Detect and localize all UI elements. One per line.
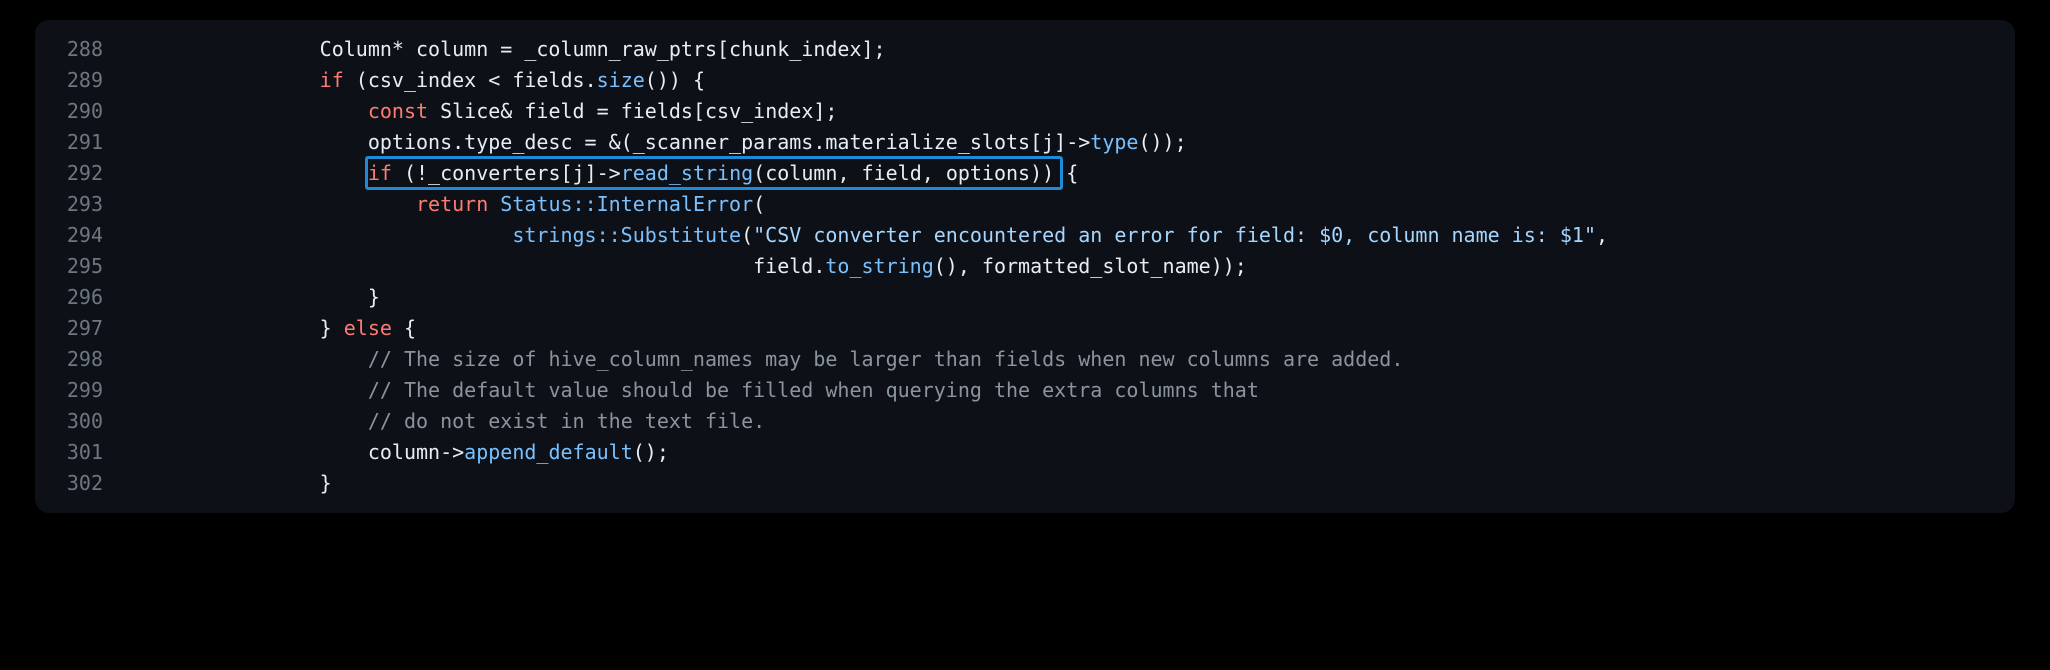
code-token: // The default value should be filled wh… xyxy=(368,378,1259,402)
line-number: 292 xyxy=(35,158,127,189)
code-token: // The size of hive_column_names may be … xyxy=(368,347,1404,371)
line-content[interactable]: // do not exist in the text file. xyxy=(127,406,2015,437)
code-token: append_default xyxy=(464,440,633,464)
line-number: 302 xyxy=(35,468,127,499)
code-token: ()); xyxy=(1138,130,1186,154)
line-number: 295 xyxy=(35,251,127,282)
code-token: options.type_desc = &(_scanner_params.ma… xyxy=(127,130,1090,154)
code-token: ()) { xyxy=(645,68,705,92)
line-number: 300 xyxy=(35,406,127,437)
code-line[interactable]: 295 field.to_string(), formatted_slot_na… xyxy=(35,251,2015,282)
code-token xyxy=(127,192,416,216)
code-line[interactable]: 292 if (!_converters[j]->read_string(col… xyxy=(35,158,2015,189)
code-token: } xyxy=(127,285,380,309)
line-content[interactable]: const Slice& field = fields[csv_index]; xyxy=(127,96,2015,127)
code-token xyxy=(127,99,368,123)
code-token: (!_converters[j]-> xyxy=(392,161,621,185)
line-content[interactable]: if (csv_index < fields.size()) { xyxy=(127,65,2015,96)
line-content[interactable]: } else { xyxy=(127,313,2015,344)
code-token: "CSV converter encountered an error for … xyxy=(753,223,1596,247)
line-number: 291 xyxy=(35,127,127,158)
line-number: 289 xyxy=(35,65,127,96)
line-number: 301 xyxy=(35,437,127,468)
code-token: read_string xyxy=(621,161,753,185)
code-token: } xyxy=(127,316,344,340)
line-content[interactable]: strings::Substitute("CSV converter encou… xyxy=(127,220,2015,251)
code-token: (column, field, options)) { xyxy=(753,161,1078,185)
code-token: if xyxy=(368,161,392,185)
code-token xyxy=(127,409,368,433)
code-token: if xyxy=(320,68,344,92)
code-token xyxy=(127,68,320,92)
code-token: { xyxy=(392,316,416,340)
line-content[interactable]: field.to_string(), formatted_slot_name))… xyxy=(127,251,2015,282)
code-line[interactable]: 294 strings::Substitute("CSV converter e… xyxy=(35,220,2015,251)
code-token: ( xyxy=(753,192,765,216)
code-line[interactable]: 299 // The default value should be fille… xyxy=(35,375,2015,406)
line-number: 296 xyxy=(35,282,127,313)
code-token: const xyxy=(368,99,428,123)
line-number: 293 xyxy=(35,189,127,220)
code-token xyxy=(488,192,500,216)
code-token: (); xyxy=(633,440,669,464)
code-line[interactable]: 289 if (csv_index < fields.size()) { xyxy=(35,65,2015,96)
line-content[interactable]: options.type_desc = &(_scanner_params.ma… xyxy=(127,127,2015,158)
code-line[interactable]: 300 // do not exist in the text file. xyxy=(35,406,2015,437)
code-line[interactable]: 301 column->append_default(); xyxy=(35,437,2015,468)
code-token: to_string xyxy=(825,254,933,278)
code-token: Status::InternalError xyxy=(500,192,753,216)
code-token: type xyxy=(1090,130,1138,154)
code-token: else xyxy=(344,316,392,340)
line-content[interactable]: } xyxy=(127,468,2015,499)
code-token: ( xyxy=(741,223,753,247)
code-token: Column* column = _column_raw_ptrs[chunk_… xyxy=(127,37,886,61)
code-line[interactable]: 297 } else { xyxy=(35,313,2015,344)
code-token xyxy=(127,378,368,402)
line-content[interactable]: column->append_default(); xyxy=(127,437,2015,468)
line-content[interactable]: // The default value should be filled wh… xyxy=(127,375,2015,406)
code-line[interactable]: 290 const Slice& field = fields[csv_inde… xyxy=(35,96,2015,127)
line-content[interactable]: if (!_converters[j]->read_string(column,… xyxy=(127,158,2015,189)
line-content[interactable]: return Status::InternalError( xyxy=(127,189,2015,220)
code-token: // do not exist in the text file. xyxy=(368,409,765,433)
line-content[interactable]: Column* column = _column_raw_ptrs[chunk_… xyxy=(127,34,2015,65)
code-line[interactable]: 288 Column* column = _column_raw_ptrs[ch… xyxy=(35,34,2015,65)
code-token: (csv_index < fields. xyxy=(344,68,597,92)
line-number: 298 xyxy=(35,344,127,375)
code-token: (), formatted_slot_name)); xyxy=(934,254,1247,278)
code-line[interactable]: 291 options.type_desc = &(_scanner_param… xyxy=(35,127,2015,158)
line-number: 288 xyxy=(35,34,127,65)
line-number: 297 xyxy=(35,313,127,344)
code-token: column-> xyxy=(127,440,464,464)
code-token: Slice& field = fields[csv_index]; xyxy=(428,99,837,123)
code-token xyxy=(127,161,368,185)
code-editor: 288 Column* column = _column_raw_ptrs[ch… xyxy=(35,20,2015,513)
code-token xyxy=(127,347,368,371)
line-content[interactable]: } xyxy=(127,282,2015,313)
code-token: size xyxy=(597,68,645,92)
code-token: field. xyxy=(127,254,825,278)
code-token: strings::Substitute xyxy=(512,223,741,247)
code-token xyxy=(127,223,512,247)
line-number: 290 xyxy=(35,96,127,127)
line-number: 294 xyxy=(35,220,127,251)
code-line[interactable]: 293 return Status::InternalError( xyxy=(35,189,2015,220)
code-line[interactable]: 296 } xyxy=(35,282,2015,313)
code-token: , xyxy=(1596,223,1608,247)
line-number: 299 xyxy=(35,375,127,406)
code-line[interactable]: 298 // The size of hive_column_names may… xyxy=(35,344,2015,375)
code-token: } xyxy=(127,471,332,495)
code-line[interactable]: 302 } xyxy=(35,468,2015,499)
code-token: return xyxy=(416,192,488,216)
line-content[interactable]: // The size of hive_column_names may be … xyxy=(127,344,2015,375)
